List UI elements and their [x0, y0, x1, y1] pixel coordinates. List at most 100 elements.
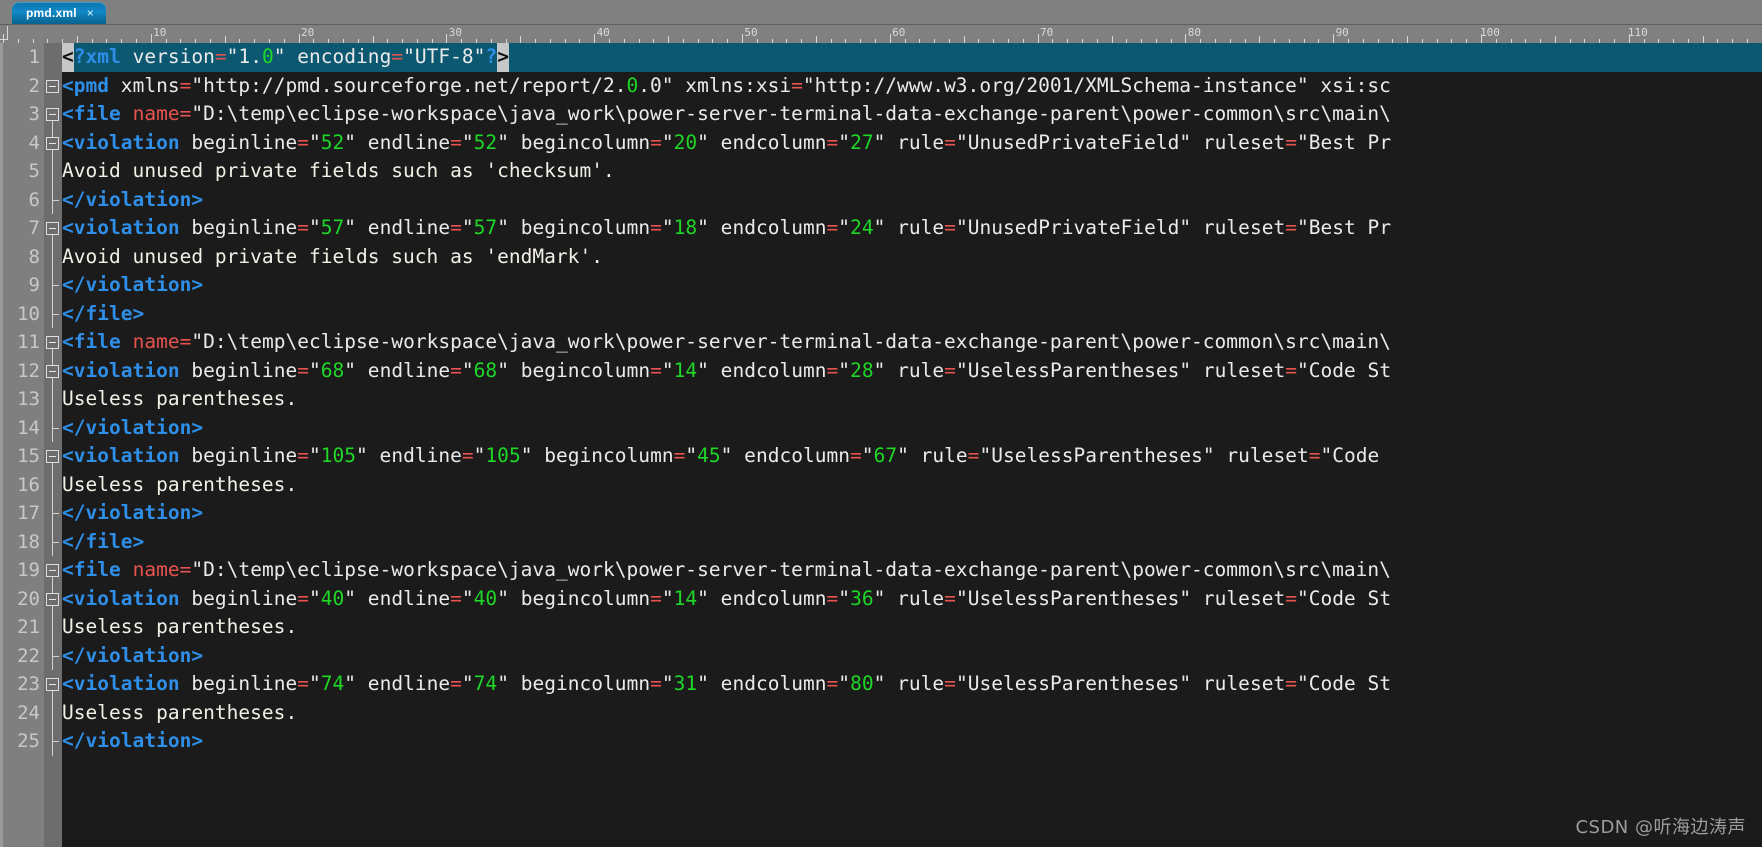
code-line[interactable]: </file>: [62, 300, 144, 329]
line-number: 20: [17, 587, 40, 610]
line-number: 23: [17, 673, 40, 695]
code-line[interactable]: Useless parentheses.: [62, 613, 297, 642]
fold-connector: [52, 613, 53, 642]
code-line[interactable]: Useless parentheses.: [62, 385, 297, 414]
ruler-label: 110: [1627, 26, 1648, 39]
code-token-num: 20: [673, 130, 698, 154]
code-line[interactable]: Avoid unused private fields such as 'end…: [62, 243, 603, 272]
code-line[interactable]: <violation beginline="74" endline="74" b…: [62, 670, 1391, 699]
ruler-tick: [1185, 34, 1187, 43]
code-token-str: "Code: [1320, 444, 1380, 467]
fold-toggle-icon[interactable]: [46, 222, 59, 235]
code-line[interactable]: </violation>: [62, 727, 203, 756]
fold-toggle-icon[interactable]: [46, 564, 59, 577]
code-line[interactable]: <?xml version="1.0" encoding="UTF-8"?>: [62, 43, 1762, 72]
ruler-tick: [815, 36, 817, 43]
code-line[interactable]: </violation>: [62, 414, 203, 443]
code-token-str: ": [344, 358, 357, 382]
ruler-tick: [594, 34, 596, 43]
code-token-tag: <violation: [62, 216, 180, 239]
code-token-eq: =: [450, 586, 462, 610]
editor-area[interactable]: 1 2 3 4 5 6 7 8 9 10 11 12 13 14 15 16 17 18 19 20 21 22 23 24 2…: [0, 43, 1762, 847]
ruler-label: 60: [892, 26, 906, 39]
code-line[interactable]: </violation>: [62, 499, 203, 528]
ruler-tick: [150, 34, 152, 43]
code-line[interactable]: </violation>: [62, 271, 203, 300]
code-line[interactable]: </file>: [62, 528, 144, 557]
code-line[interactable]: <violation beginline="105" endline="105"…: [62, 442, 1379, 471]
code-token-tag: </violation>: [62, 729, 204, 752]
code-token-str: ": [344, 672, 357, 695]
code-line[interactable]: <file name="D:\temp\eclipse-workspace\ja…: [62, 100, 1391, 129]
fold-connector: [52, 385, 53, 414]
fold-toggle-icon[interactable]: [46, 450, 59, 463]
tab-pmd-xml[interactable]: pmd.xml ×: [12, 2, 106, 24]
code-token-eq: =: [179, 102, 192, 125]
code-token-attr: endline: [356, 358, 451, 382]
code-line[interactable]: <violation beginline="52" endline="52" b…: [62, 129, 1391, 158]
ruler-tick: [520, 36, 522, 43]
code-token-num: 0: [626, 73, 639, 97]
fold-toggle-icon[interactable]: [46, 678, 59, 691]
close-icon[interactable]: ×: [87, 7, 94, 19]
fold-toggle-icon[interactable]: [46, 364, 59, 378]
code-line[interactable]: Avoid unused private fields such as 'che…: [62, 157, 615, 186]
fold-branch: [52, 741, 59, 742]
code-token-num: 105: [485, 444, 521, 467]
ruler-label: 100: [1480, 26, 1500, 39]
code-token-txt: Useless parentheses.: [62, 700, 298, 724]
code-token-num: 105: [320, 444, 357, 467]
fold-toggle-icon[interactable]: [46, 108, 59, 121]
code-token-eq: =: [179, 558, 192, 581]
code-token-attr: beginline: [179, 130, 298, 154]
code-token-str: ": [344, 130, 357, 154]
code-token-str: ": [520, 444, 533, 467]
xml-editor-window: pmd.xml × 10 20 30 40 50 60 70 80 90 100 110 12345…: [0, 0, 1762, 847]
code-token-pi: ?xml: [73, 45, 121, 68]
code-line[interactable]: <violation beginline="40" endline="40" b…: [62, 585, 1391, 614]
code-line[interactable]: <violation beginline="68" endline="68" b…: [62, 357, 1391, 386]
code-token-eq: =: [391, 45, 404, 68]
code-line[interactable]: </violation>: [62, 642, 203, 671]
code-content[interactable]: <?xml version="1.0" encoding="UTF-8"?> <p…: [62, 43, 1762, 847]
code-token-attr: begincolumn: [508, 130, 651, 154]
ruler-tick: [1702, 36, 1704, 43]
fold-toggle-icon[interactable]: [46, 136, 59, 150]
code-token-eq: =: [826, 130, 839, 154]
code-token-eq: =: [650, 672, 662, 695]
code-token-attr: encoding: [285, 45, 392, 68]
code-line[interactable]: </violation>: [62, 186, 203, 215]
code-token-eq: =: [1285, 130, 1297, 154]
fold-toggle-icon[interactable]: [46, 336, 59, 349]
code-token-num: 52: [320, 130, 345, 154]
code-token-str: ": [838, 216, 851, 239]
ruler-tick: [963, 36, 965, 43]
ruler-tick: [1111, 36, 1113, 43]
code-token-str: ": [308, 358, 321, 382]
code-token-attr: beginline: [179, 358, 298, 382]
code-token-num: 74: [320, 672, 345, 695]
ruler-tick: [298, 34, 300, 43]
code-line[interactable]: <file name="D:\temp\eclipse-workspace\ja…: [62, 328, 1391, 357]
fold-toggle-icon[interactable]: [46, 79, 59, 93]
code-line[interactable]: Useless parentheses.: [62, 471, 297, 500]
code-folding-column[interactable]: [44, 43, 62, 847]
code-token-num: 45: [697, 444, 721, 467]
fold-branch: [52, 427, 59, 429]
ruler-tick: [1037, 34, 1039, 43]
code-token-eq: =: [1308, 444, 1321, 467]
code-line[interactable]: <pmd xmlns="http://pmd.sourceforge.net/r…: [62, 72, 1391, 101]
code-token-str: ": [497, 672, 509, 695]
code-line[interactable]: <violation beginline="57" endline="57" b…: [62, 214, 1391, 243]
code-token-eq: =: [673, 444, 686, 467]
code-line[interactable]: Useless parentheses.: [62, 699, 297, 728]
code-token-str: ": [873, 130, 886, 154]
code-token-str: ": [308, 130, 321, 154]
code-token-eq: =: [297, 216, 309, 239]
code-line[interactable]: <file name="D:\temp\eclipse-workspace\ja…: [62, 556, 1391, 585]
code-token-str: "Best Pr: [1297, 216, 1392, 239]
line-number: 12: [17, 359, 40, 382]
fold-branch: [52, 655, 59, 657]
code-token-eq: =: [450, 672, 462, 695]
fold-toggle-icon[interactable]: [46, 592, 59, 606]
